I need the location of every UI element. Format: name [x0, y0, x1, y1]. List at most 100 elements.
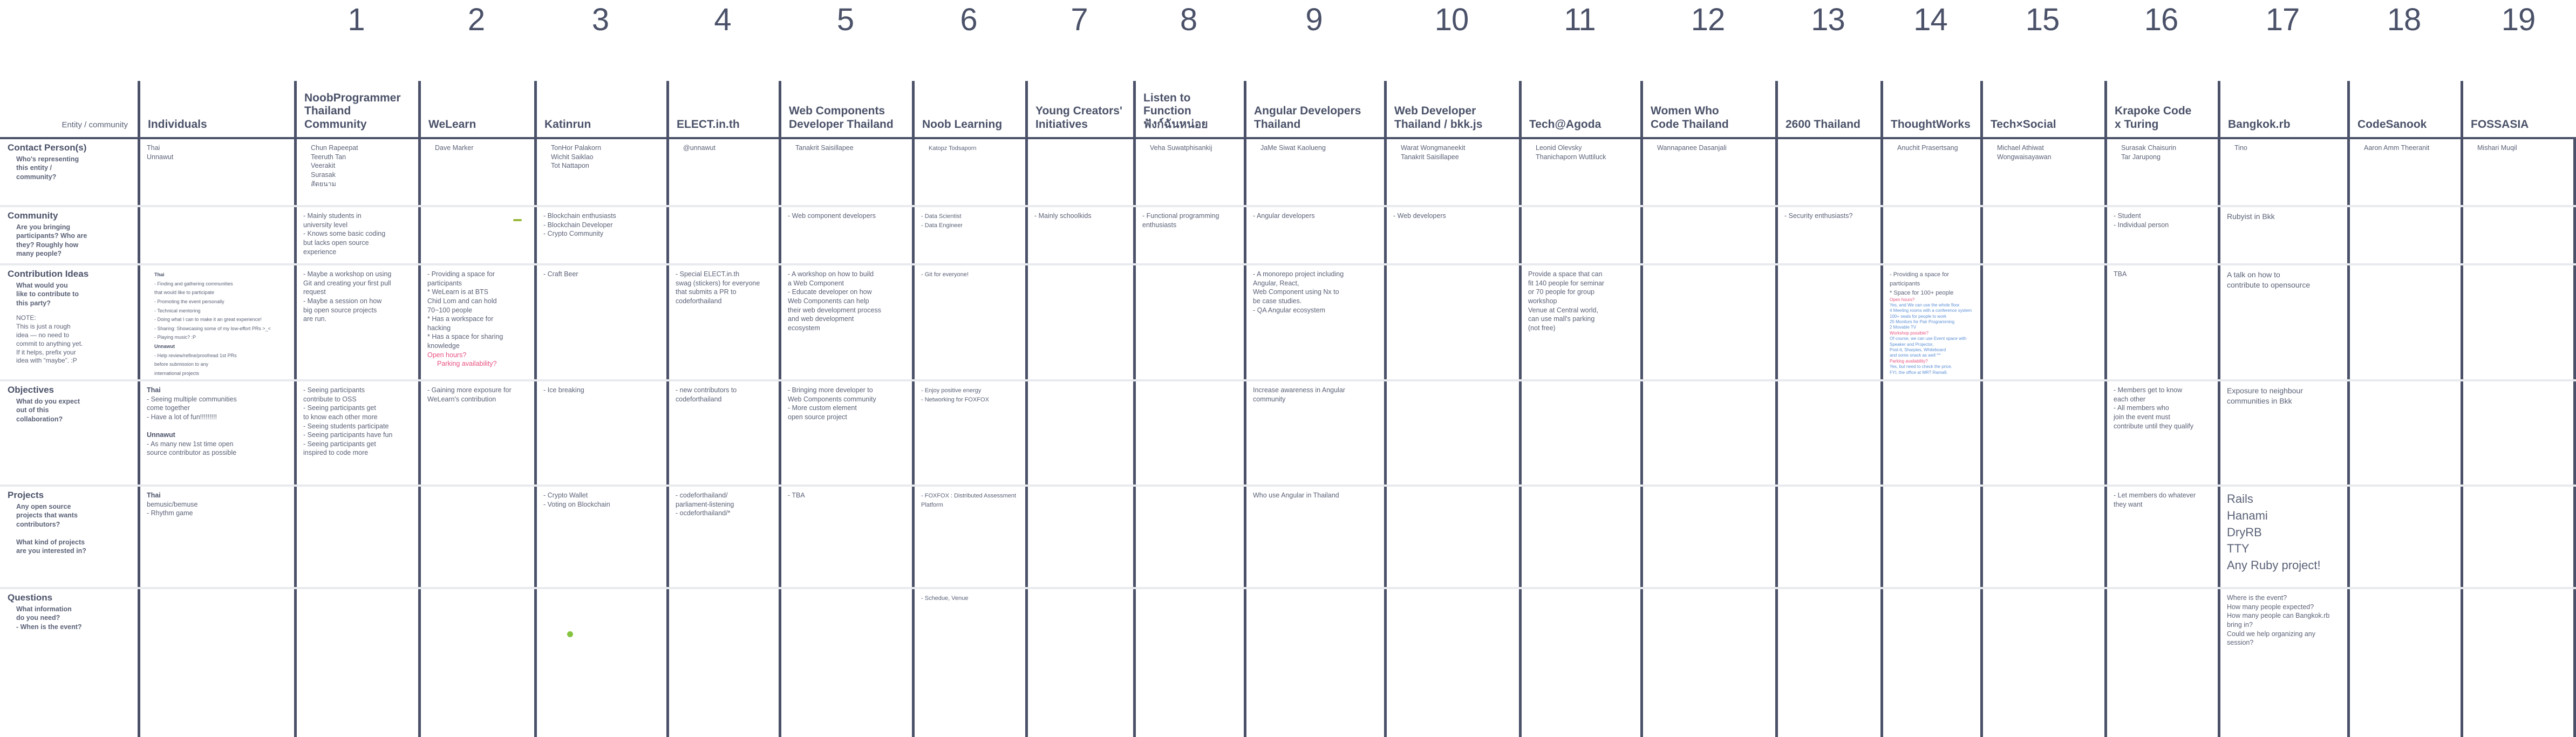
- header-cell-techxsocial[interactable]: Tech×Social: [1980, 81, 2104, 137]
- cell-fossasia-contribution[interactable]: [2463, 265, 2574, 381]
- cell-womenwhocode-questions[interactable]: [1643, 589, 1774, 737]
- cell-youngcreators-objectives[interactable]: [1028, 381, 1132, 487]
- cell-fossasia-questions[interactable]: [2463, 589, 2574, 737]
- cell-webcomponents-contact[interactable]: Tanakrit Saisillapee: [781, 139, 910, 205]
- cell-fossasia-contact[interactable]: Mishari Muqil: [2463, 139, 2574, 205]
- cell-elect-contact[interactable]: @unnawut: [669, 139, 777, 205]
- header-cell-angular[interactable]: Angular Developers Thailand: [1244, 81, 1384, 137]
- cell-elect-questions[interactable]: [669, 589, 777, 737]
- cell-techxsocial-community[interactable]: [1983, 207, 2103, 265]
- cell-krapoke-contact[interactable]: Surasak Chaisurin Tar Jarupong: [2107, 139, 2216, 205]
- cell-codesanook-contact[interactable]: Aaron Amm Theeranit: [2350, 139, 2459, 205]
- header-cell-listentofunction[interactable]: Listen to Function ฟังก์ฉันหน่อย: [1133, 81, 1244, 137]
- cell-katinrun-community[interactable]: - Blockchain enthusiasts - Blockchain De…: [537, 207, 665, 265]
- header-cell-thoughtworks[interactable]: ThoughtWorks: [1880, 81, 1980, 137]
- cell-individuals-community[interactable]: [140, 207, 292, 265]
- cell-agoda-community[interactable]: [1522, 207, 1639, 265]
- cell-katinrun-objectives[interactable]: - Ice breaking: [537, 381, 665, 487]
- cell-listentofunction-contact[interactable]: Veha Suwatphisankij: [1136, 139, 1242, 205]
- cell-bangkokrb-questions[interactable]: Where is the event? How many people expe…: [2220, 589, 2346, 737]
- cell-t2600-community[interactable]: - Security enthusiasts?: [1778, 207, 1879, 265]
- cell-webcomponents-community[interactable]: - Web component developers: [781, 207, 910, 265]
- cell-individuals-contribution[interactable]: Thai - Finding and gathering communities…: [140, 265, 292, 381]
- cell-webcomponents-questions[interactable]: [781, 589, 910, 737]
- cell-t2600-questions[interactable]: [1778, 589, 1879, 737]
- cell-noobprogrammer-projects[interactable]: [297, 487, 417, 589]
- cell-webcomponents-contribution[interactable]: - A workshop on how to build a Web Compo…: [781, 265, 910, 381]
- header-cell-fossasia[interactable]: FOSSASIA: [2461, 81, 2576, 137]
- cell-bangkokrb-contribution[interactable]: A talk on how to contribute to opensourc…: [2220, 265, 2346, 381]
- cell-bangkokrb-projects[interactable]: Rails Hanami DryRB TTY Any Ruby project!: [2220, 487, 2346, 589]
- cell-codesanook-projects[interactable]: [2350, 487, 2459, 589]
- cell-listentofunction-questions[interactable]: [1136, 589, 1242, 737]
- cell-angular-community[interactable]: - Angular developers: [1246, 207, 1382, 265]
- cell-welearn-contribution[interactable]: - Providing a space for participants * W…: [421, 265, 533, 381]
- cell-webdeveloper-projects[interactable]: [1387, 487, 1517, 589]
- cell-t2600-contribution[interactable]: [1778, 265, 1879, 381]
- cell-t2600-contact[interactable]: [1778, 139, 1879, 205]
- cell-katinrun-contact[interactable]: TonHor Palakorn Wichit Saiklao Tot Natta…: [537, 139, 665, 205]
- cell-angular-objectives[interactable]: Increase awareness in Angular community: [1246, 381, 1382, 487]
- cell-webdeveloper-objectives[interactable]: [1387, 381, 1517, 487]
- cell-nooblearning-objectives[interactable]: - Enjoy positive energy - Networking for…: [915, 381, 1024, 487]
- cell-nooblearning-contribution[interactable]: - Git for everyone!: [915, 265, 1024, 381]
- cell-agoda-objectives[interactable]: [1522, 381, 1639, 487]
- cell-krapoke-objectives[interactable]: - Members get to know each other - All m…: [2107, 381, 2216, 487]
- header-cell-bangkokrb[interactable]: Bangkok.rb: [2218, 81, 2347, 137]
- cell-womenwhocode-contact[interactable]: Wannapanee Dasanjali: [1643, 139, 1774, 205]
- cell-codesanook-community[interactable]: [2350, 207, 2459, 265]
- cell-thoughtworks-contribution[interactable]: - Providing a space for participants * S…: [1883, 265, 1979, 381]
- cell-youngcreators-projects[interactable]: [1028, 487, 1132, 589]
- cell-fossasia-objectives[interactable]: [2463, 381, 2574, 487]
- cell-womenwhocode-contribution[interactable]: [1643, 265, 1774, 381]
- cell-agoda-projects[interactable]: [1522, 487, 1639, 589]
- cell-codesanook-questions[interactable]: [2350, 589, 2459, 737]
- cell-agoda-contact[interactable]: Leonid Olevsky Thanichaporn Wuttiluck: [1522, 139, 1639, 205]
- header-cell-webdeveloper[interactable]: Web Developer Thailand / bkk.js: [1384, 81, 1519, 137]
- cell-techxsocial-objectives[interactable]: [1983, 381, 2103, 487]
- cell-webcomponents-projects[interactable]: - TBA: [781, 487, 910, 589]
- cell-fossasia-community[interactable]: [2463, 207, 2574, 265]
- cell-krapoke-projects[interactable]: - Let members do whatever they want: [2107, 487, 2216, 589]
- cell-webcomponents-objectives[interactable]: - Bringing more developer to Web Compone…: [781, 381, 910, 487]
- cell-welearn-contact[interactable]: Dave Marker: [421, 139, 533, 205]
- cell-thoughtworks-objectives[interactable]: [1883, 381, 1979, 487]
- cell-elect-projects[interactable]: - codeforthailand/ parliament-listening …: [669, 487, 777, 589]
- cell-nooblearning-community[interactable]: - Data Scientist - Data Engineer: [915, 207, 1024, 265]
- cell-angular-projects[interactable]: Who use Angular in Thailand: [1246, 487, 1382, 589]
- cell-womenwhocode-community[interactable]: [1643, 207, 1774, 265]
- cell-listentofunction-community[interactable]: - Functional programming enthusiasts: [1136, 207, 1242, 265]
- cell-bangkokrb-community[interactable]: Rubyist in Bkk: [2220, 207, 2346, 265]
- cell-nooblearning-contact[interactable]: Katopz Todsaporn: [915, 139, 1024, 205]
- cell-elect-contribution[interactable]: - Special ELECT.in.th swag (stickers) fo…: [669, 265, 777, 381]
- cell-elect-community[interactable]: [669, 207, 777, 265]
- header-cell-noobprogrammer[interactable]: NoobProgrammer Thailand Community: [294, 81, 418, 137]
- cell-nooblearning-projects[interactable]: - FOXFOX : Distributed Assessment Platfo…: [915, 487, 1024, 589]
- cell-krapoke-community[interactable]: - Student - Individual person: [2107, 207, 2216, 265]
- cell-techxsocial-contact[interactable]: Michael Athiwat Wongwaisayawan: [1983, 139, 2103, 205]
- cell-katinrun-questions[interactable]: [537, 589, 665, 737]
- cell-thoughtworks-contact[interactable]: Anuchit Prasertsang: [1883, 139, 1979, 205]
- cell-agoda-contribution[interactable]: Provide a space that can fit 140 people …: [1522, 265, 1639, 381]
- cell-noobprogrammer-contact[interactable]: Chun Rapeepat Teeruth Tan Veerakit Suras…: [297, 139, 417, 205]
- cell-individuals-objectives[interactable]: Thai - Seeing multiple communities come …: [140, 381, 292, 487]
- cell-noobprogrammer-community[interactable]: - Mainly students in university level - …: [297, 207, 417, 265]
- cell-womenwhocode-objectives[interactable]: [1643, 381, 1774, 487]
- cell-t2600-objectives[interactable]: [1778, 381, 1879, 487]
- header-cell-t2600[interactable]: 2600 Thailand: [1775, 81, 1880, 137]
- cell-welearn-community[interactable]: [421, 207, 533, 265]
- cell-techxsocial-contribution[interactable]: [1983, 265, 2103, 381]
- cell-angular-contribution[interactable]: - A monorepo project including Angular, …: [1246, 265, 1382, 381]
- header-cell-welearn[interactable]: WeLearn: [418, 81, 534, 137]
- header-cell-individuals[interactable]: Individuals: [138, 81, 294, 137]
- cell-individuals-contact[interactable]: Thai Unnawut: [140, 139, 292, 205]
- cell-individuals-questions[interactable]: [140, 589, 292, 737]
- cell-youngcreators-questions[interactable]: [1028, 589, 1132, 737]
- cell-individuals-projects[interactable]: Thai bemusic/bemuse - Rhythm game: [140, 487, 292, 589]
- header-cell-webcomponents[interactable]: Web Components Developer Thailand: [779, 81, 912, 137]
- cell-webdeveloper-contribution[interactable]: [1387, 265, 1517, 381]
- cell-techxsocial-projects[interactable]: [1983, 487, 2103, 589]
- cell-noobprogrammer-questions[interactable]: [297, 589, 417, 737]
- header-cell-codesanook[interactable]: CodeSanook: [2347, 81, 2461, 137]
- cell-fossasia-projects[interactable]: [2463, 487, 2574, 589]
